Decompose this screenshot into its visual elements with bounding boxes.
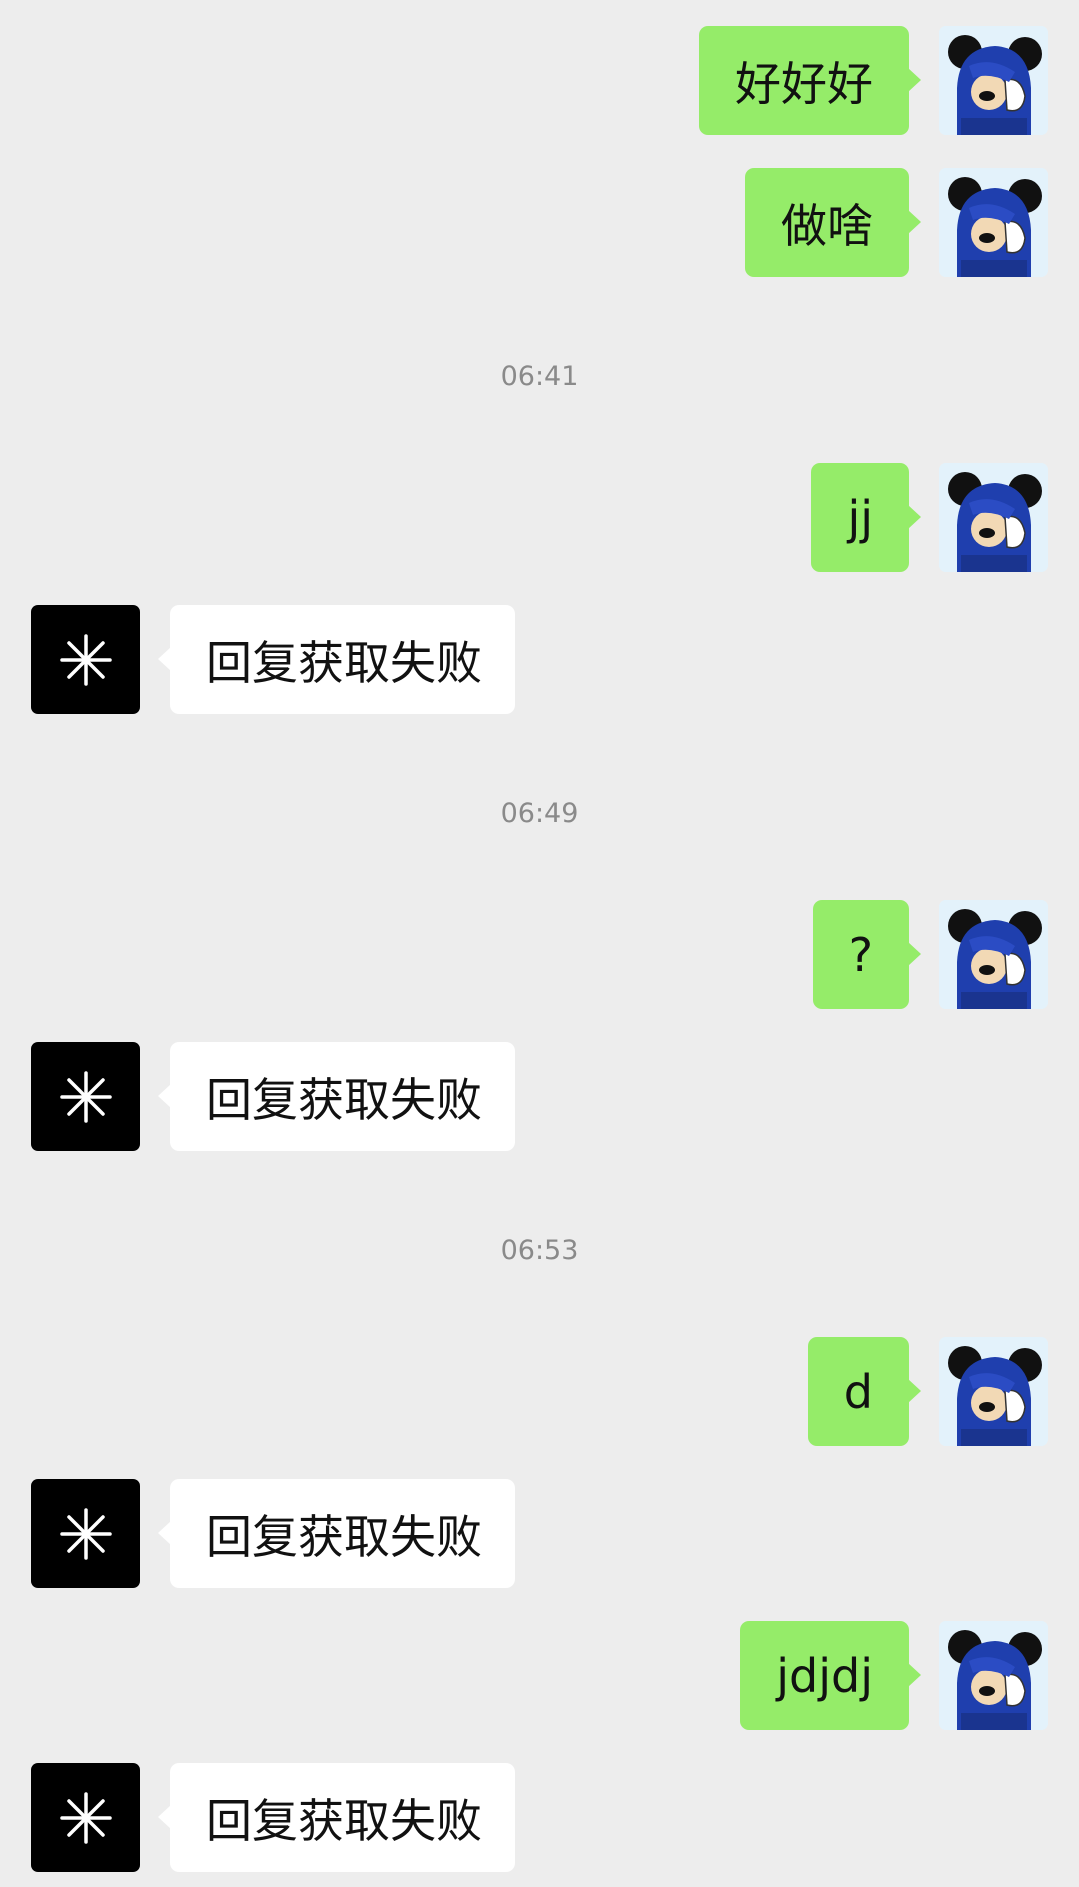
mickey-hoodie-avatar-icon [939,1337,1048,1446]
bot-avatar[interactable] [31,1479,140,1588]
sent-message-bubble[interactable]: jdjdj [740,1621,921,1730]
message-text: 回复获取失败 [206,635,482,690]
mickey-hoodie-avatar-icon [939,1621,1048,1730]
message-text: 回复获取失败 [206,1072,482,1127]
asterisk-logo-icon [59,1507,112,1560]
sent-message-bubble[interactable]: jj [811,463,921,572]
received-message-row: 回复获取失败 [31,1763,515,1872]
message-text: d [843,1364,873,1419]
message-text: 回复获取失败 [206,1793,482,1848]
bot-avatar[interactable] [31,1042,140,1151]
user-avatar[interactable] [939,463,1048,572]
message-text: 好好好 [735,56,873,111]
sent-message-row: d [807,1337,1048,1446]
user-avatar[interactable] [939,1337,1048,1446]
sent-message-row: jdjdj [740,1621,1048,1730]
sent-message-bubble[interactable]: ? [812,900,922,1009]
sent-message-bubble[interactable]: 好好好 [699,26,921,135]
timestamp: 06:41 [500,361,579,392]
user-avatar[interactable] [939,26,1048,135]
received-message-bubble[interactable]: 回复获取失败 [158,1479,515,1588]
received-message-bubble[interactable]: 回复获取失败 [158,605,515,714]
sent-message-row: jj [811,463,1048,572]
received-message-row: 回复获取失败 [31,605,515,714]
message-text: 做啥 [781,198,873,253]
timestamp: 06:49 [500,798,579,829]
user-avatar[interactable] [939,900,1048,1009]
user-avatar[interactable] [939,168,1048,277]
message-text: jdjdj [776,1648,873,1703]
received-message-row: 回复获取失败 [31,1479,515,1588]
asterisk-logo-icon [59,1791,112,1844]
received-message-row: 回复获取失败 [31,1042,515,1151]
user-avatar[interactable] [939,1621,1048,1730]
message-text: 回复获取失败 [206,1509,482,1564]
message-text: ? [848,927,873,982]
received-message-bubble[interactable]: 回复获取失败 [158,1763,515,1872]
bot-avatar[interactable] [31,1763,140,1872]
sent-message-row: 好好好 [699,26,1048,135]
sent-message-row: ? [812,900,1048,1009]
timestamp: 06:53 [500,1235,579,1266]
mickey-hoodie-avatar-icon [939,463,1048,572]
asterisk-logo-icon [59,1070,112,1123]
chat-message-list[interactable]: 好好好 做啥 06:41 jj 回复获取失败 06:49 ? 回复获取失败 06… [0,0,1079,1887]
received-message-bubble[interactable]: 回复获取失败 [158,1042,515,1151]
message-text: jj [847,490,873,545]
asterisk-logo-icon [59,633,112,686]
bot-avatar[interactable] [31,605,140,714]
sent-message-bubble[interactable]: 做啥 [745,168,921,277]
sent-message-bubble[interactable]: d [807,1337,922,1446]
mickey-hoodie-avatar-icon [939,900,1048,1009]
mickey-hoodie-avatar-icon [939,26,1048,135]
sent-message-row: 做啥 [745,168,1048,277]
mickey-hoodie-avatar-icon [939,168,1048,277]
